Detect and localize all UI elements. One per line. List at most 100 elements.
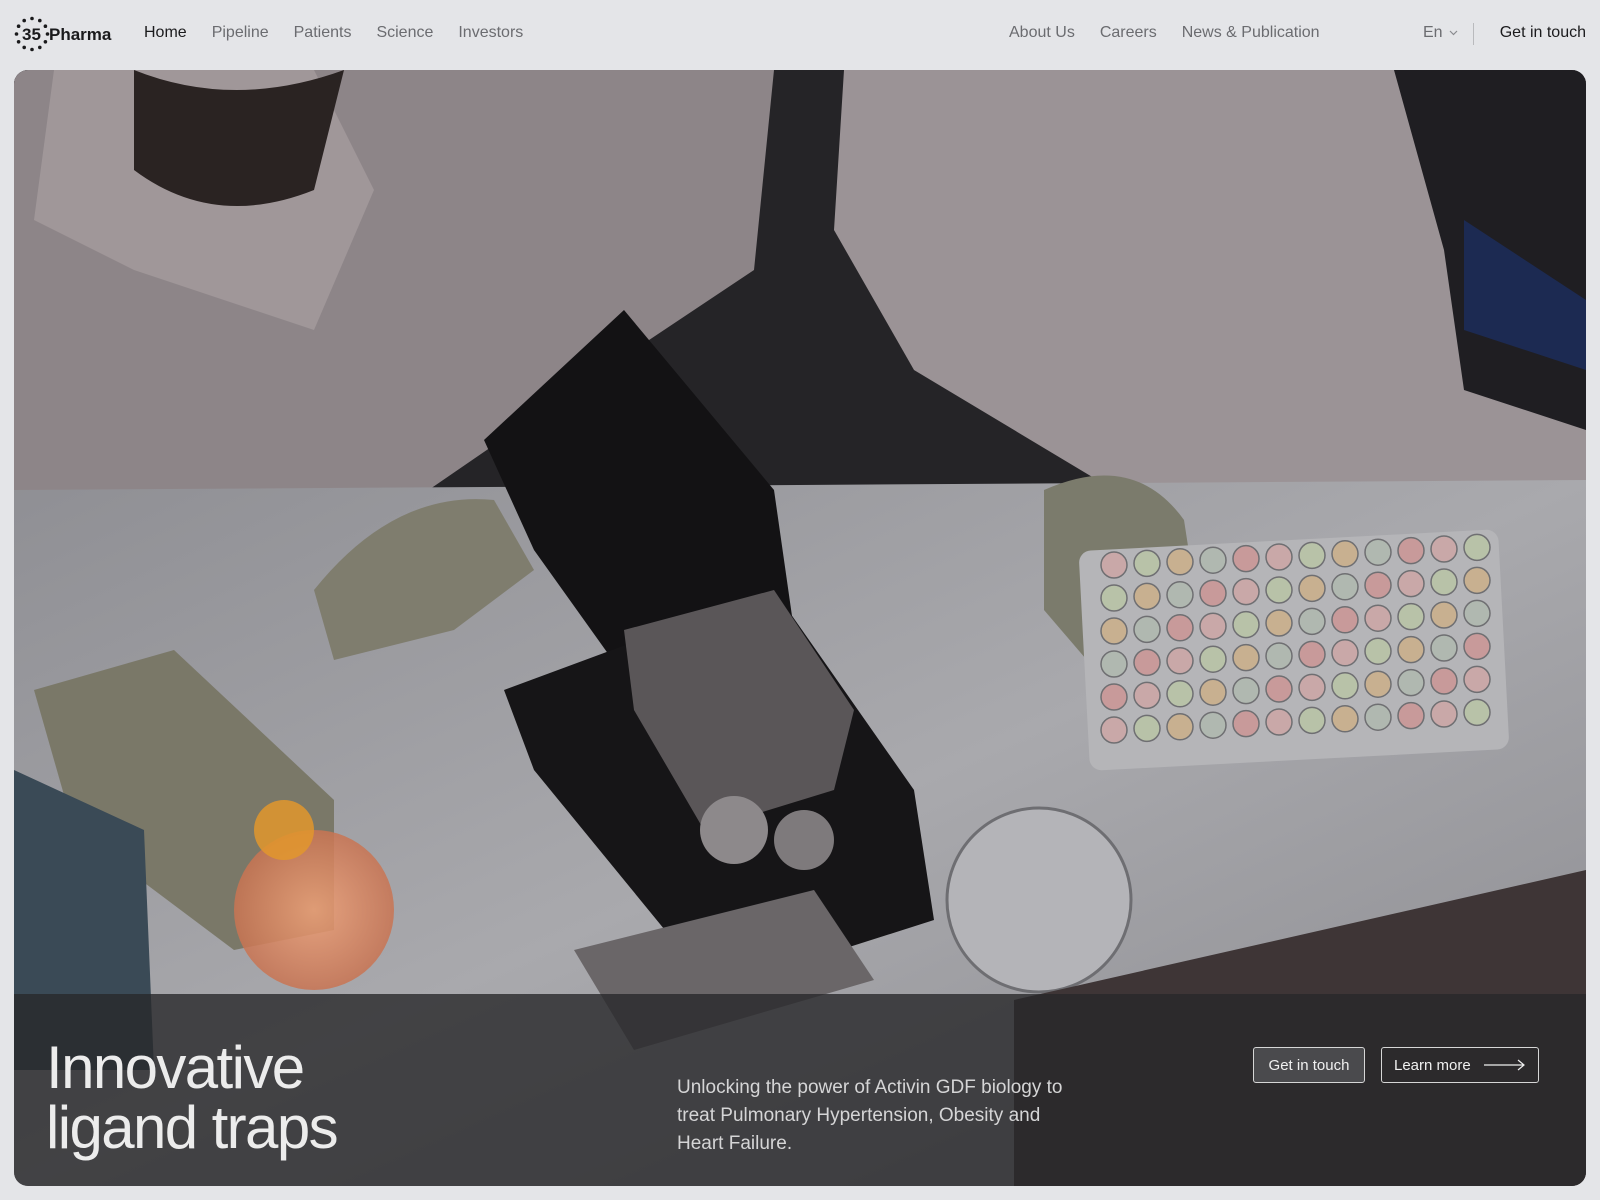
well [1265, 642, 1293, 670]
well [1298, 541, 1326, 570]
nav-pipeline[interactable]: Pipeline [212, 24, 269, 42]
well [1265, 708, 1293, 736]
hero-section: Innovative ligand traps Unlocking the po… [14, 70, 1586, 1186]
well [1100, 617, 1128, 645]
hero-get-in-touch-button[interactable]: Get in touch [1253, 1047, 1365, 1083]
well [1463, 698, 1491, 727]
well [1199, 711, 1227, 739]
well [1331, 705, 1359, 733]
well [1166, 614, 1194, 642]
well [1199, 612, 1227, 640]
well [1364, 670, 1392, 698]
nav-science[interactable]: Science [376, 24, 433, 42]
well [1331, 540, 1359, 568]
well [1166, 647, 1194, 675]
well [1397, 602, 1425, 631]
well [1199, 579, 1227, 607]
well [1298, 673, 1326, 702]
brand-logo[interactable]: 35 Pharma [14, 16, 111, 52]
hero-title-line-1: Innovative [46, 1034, 305, 1101]
well [1166, 548, 1194, 576]
well [1298, 706, 1326, 735]
well [1430, 700, 1458, 728]
well [1364, 538, 1392, 566]
well [1430, 634, 1458, 662]
well [1100, 683, 1128, 711]
well [1397, 701, 1425, 730]
well [1133, 549, 1161, 578]
nav-about-us[interactable]: About Us [1009, 24, 1075, 42]
well [1133, 615, 1161, 644]
hero-get-in-touch-label: Get in touch [1268, 1056, 1350, 1074]
well [1331, 573, 1359, 601]
well [1133, 714, 1161, 743]
well [1364, 703, 1392, 731]
well [1232, 544, 1260, 573]
secondary-nav: About Us Careers News & Publication [1009, 24, 1320, 42]
well [1331, 672, 1359, 700]
language-selector[interactable]: En [1423, 24, 1458, 42]
hero-title: Innovative ligand traps [46, 1038, 606, 1158]
well [1133, 582, 1161, 611]
well [1397, 635, 1425, 664]
well [1364, 604, 1392, 632]
well [1265, 675, 1293, 703]
well [1199, 678, 1227, 706]
well [1298, 607, 1326, 636]
learn-more-label: Learn more [1394, 1056, 1471, 1074]
well [1100, 584, 1128, 612]
well [1331, 639, 1359, 667]
well [1397, 569, 1425, 598]
well [1133, 681, 1161, 710]
well [1430, 535, 1458, 563]
well [1166, 581, 1194, 609]
hero-description: Unlocking the power of Activin GDF biolo… [677, 1077, 1063, 1154]
well [1430, 601, 1458, 629]
well [1232, 643, 1260, 672]
well [1100, 551, 1128, 579]
well [1166, 713, 1194, 741]
well [1265, 609, 1293, 637]
well [1265, 543, 1293, 571]
well [1430, 568, 1458, 596]
well [1463, 566, 1491, 595]
logo-wordmark: Pharma [49, 25, 112, 44]
well [1232, 709, 1260, 738]
well [1364, 571, 1392, 599]
well [1298, 574, 1326, 603]
well [1463, 665, 1491, 694]
well [1463, 632, 1491, 661]
get-in-touch-link[interactable]: Get in touch [1500, 24, 1586, 42]
top-navigation: 35 Pharma Home Pipeline Patients Science… [0, 0, 1600, 70]
learn-more-button[interactable]: Learn more [1381, 1047, 1539, 1083]
well [1232, 610, 1260, 639]
nav-patients[interactable]: Patients [294, 24, 352, 42]
well [1232, 577, 1260, 606]
well [1199, 546, 1227, 574]
well [1166, 680, 1194, 708]
well [1199, 645, 1227, 673]
well [1430, 667, 1458, 695]
hero-title-line-2: ligand traps [46, 1094, 339, 1161]
arrow-right-icon [1484, 1059, 1525, 1071]
nav-careers[interactable]: Careers [1100, 24, 1157, 42]
well [1463, 533, 1491, 562]
well [1100, 716, 1128, 744]
well [1397, 536, 1425, 565]
language-label: En [1423, 24, 1443, 41]
well [1364, 637, 1392, 665]
nav-news-publication[interactable]: News & Publication [1182, 24, 1320, 42]
well [1100, 650, 1128, 678]
well [1232, 676, 1260, 705]
nav-investors[interactable]: Investors [458, 24, 523, 42]
well [1331, 606, 1359, 634]
well [1298, 640, 1326, 669]
well [1397, 668, 1425, 697]
well [1463, 599, 1491, 628]
well [1265, 576, 1293, 604]
chevron-down-icon [1449, 30, 1458, 36]
dotted-circle-logo-icon: 35 [14, 16, 50, 52]
logo-number: 35 [22, 25, 41, 44]
nav-home[interactable]: Home [144, 24, 187, 42]
nav-divider [1473, 23, 1474, 45]
